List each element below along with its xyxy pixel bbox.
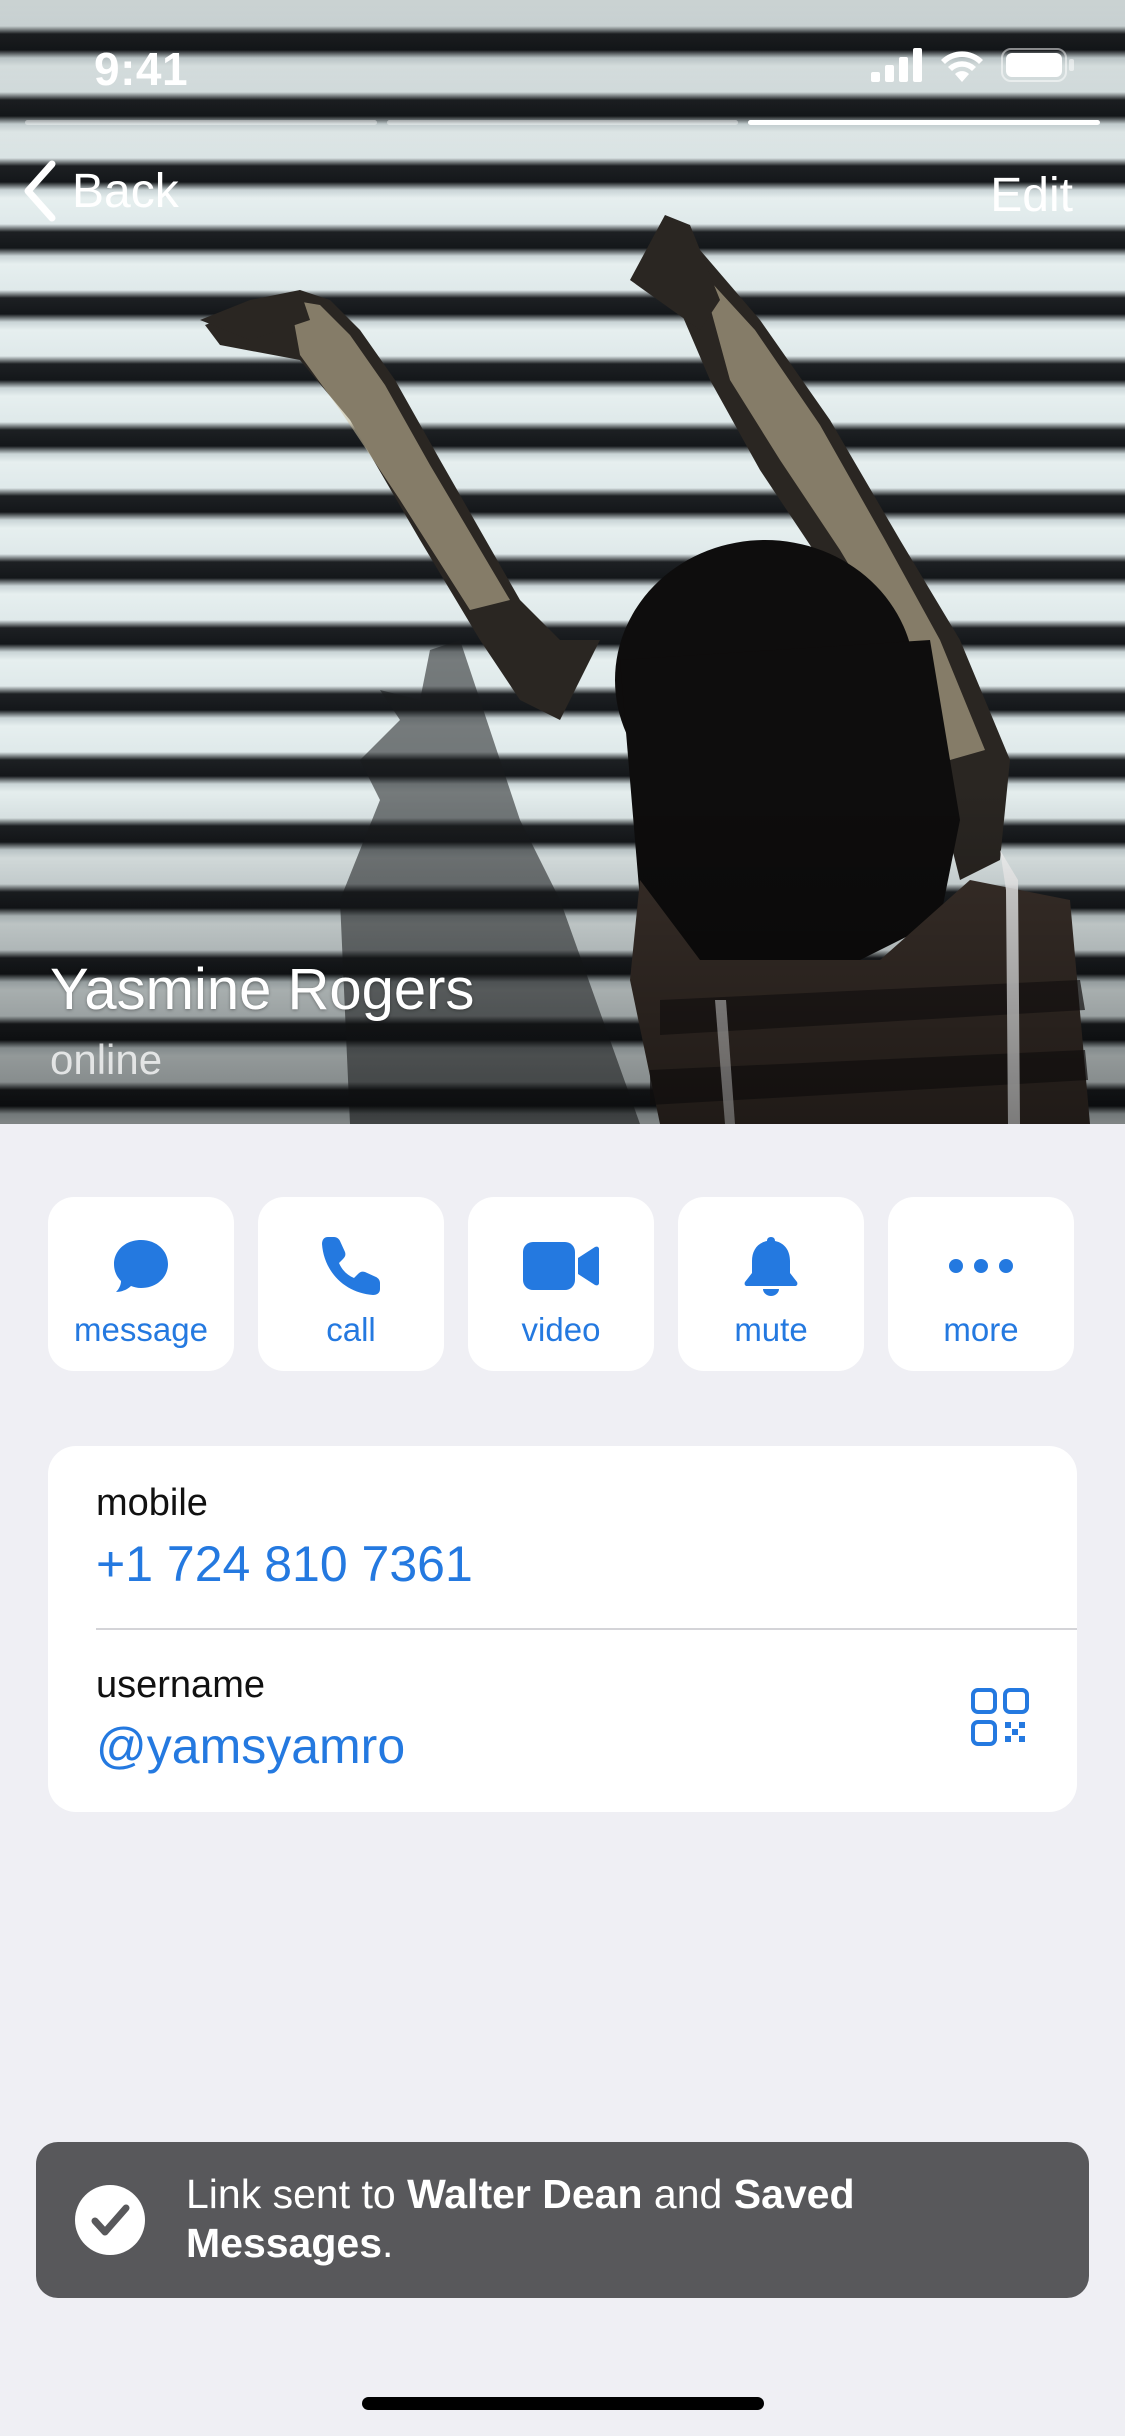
presence-status: online — [50, 1036, 163, 1083]
divider — [96, 1628, 1077, 1630]
video-camera-icon — [523, 1242, 599, 1290]
phone-icon — [322, 1237, 380, 1295]
toast-prefix: Link sent to — [186, 2171, 408, 2217]
call-button[interactable]: call — [258, 1197, 444, 1371]
status-icons — [871, 48, 1075, 82]
home-indicator[interactable] — [362, 2397, 764, 2410]
mobile-row[interactable]: mobile +1 724 810 7361 — [96, 1482, 1077, 1593]
toast-joiner: and — [642, 2171, 734, 2217]
username-row[interactable]: username @yamsyamro — [96, 1664, 1077, 1775]
qr-code-icon[interactable] — [971, 1688, 1029, 1746]
checkmark-circle-icon — [75, 2185, 145, 2255]
toast-notification[interactable]: Link sent to Walter Dean and Saved Messa… — [36, 2142, 1089, 2298]
status-bar: 9:41 — [0, 0, 1125, 130]
action-buttons: message call video mute more — [48, 1197, 1077, 1371]
back-label: Back — [72, 164, 179, 218]
toast-message: Link sent to Walter Dean and Saved Messa… — [186, 2170, 1046, 2268]
call-label: call — [326, 1311, 376, 1348]
story-segment-active — [748, 120, 1101, 125]
mute-button[interactable]: mute — [678, 1197, 864, 1371]
more-label: more — [943, 1311, 1019, 1348]
contact-info-card: mobile +1 724 810 7361 username @yamsyam… — [48, 1446, 1077, 1812]
contact-name: Yasmine Rogers — [50, 957, 475, 1022]
back-button[interactable]: Back — [22, 160, 179, 222]
chevron-left-icon — [24, 160, 56, 222]
status-time: 9:41 — [94, 43, 189, 95]
username-value[interactable]: @yamsyamro — [96, 1717, 1077, 1775]
username-label: username — [96, 1664, 265, 1706]
message-label: message — [74, 1311, 208, 1348]
mobile-label: mobile — [96, 1482, 208, 1524]
message-bubble-icon — [114, 1240, 168, 1292]
video-label: video — [521, 1311, 601, 1348]
story-segment — [25, 120, 377, 125]
bell-icon — [744, 1237, 798, 1296]
more-dots-icon — [949, 1259, 1013, 1273]
battery-icon — [1001, 48, 1074, 82]
story-progress — [25, 120, 1101, 125]
message-button[interactable]: message — [48, 1197, 234, 1371]
mobile-number[interactable]: +1 724 810 7361 — [96, 1535, 1077, 1593]
toast-recipient-1: Walter Dean — [407, 2171, 643, 2217]
cellular-signal-icon — [871, 48, 922, 82]
mute-label: mute — [734, 1311, 808, 1348]
edit-button[interactable]: Edit — [990, 168, 1073, 223]
more-button[interactable]: more — [888, 1197, 1074, 1371]
story-segment — [386, 120, 739, 125]
video-button[interactable]: video — [468, 1197, 654, 1371]
toast-suffix: . — [382, 2220, 394, 2266]
wifi-icon — [941, 51, 983, 82]
